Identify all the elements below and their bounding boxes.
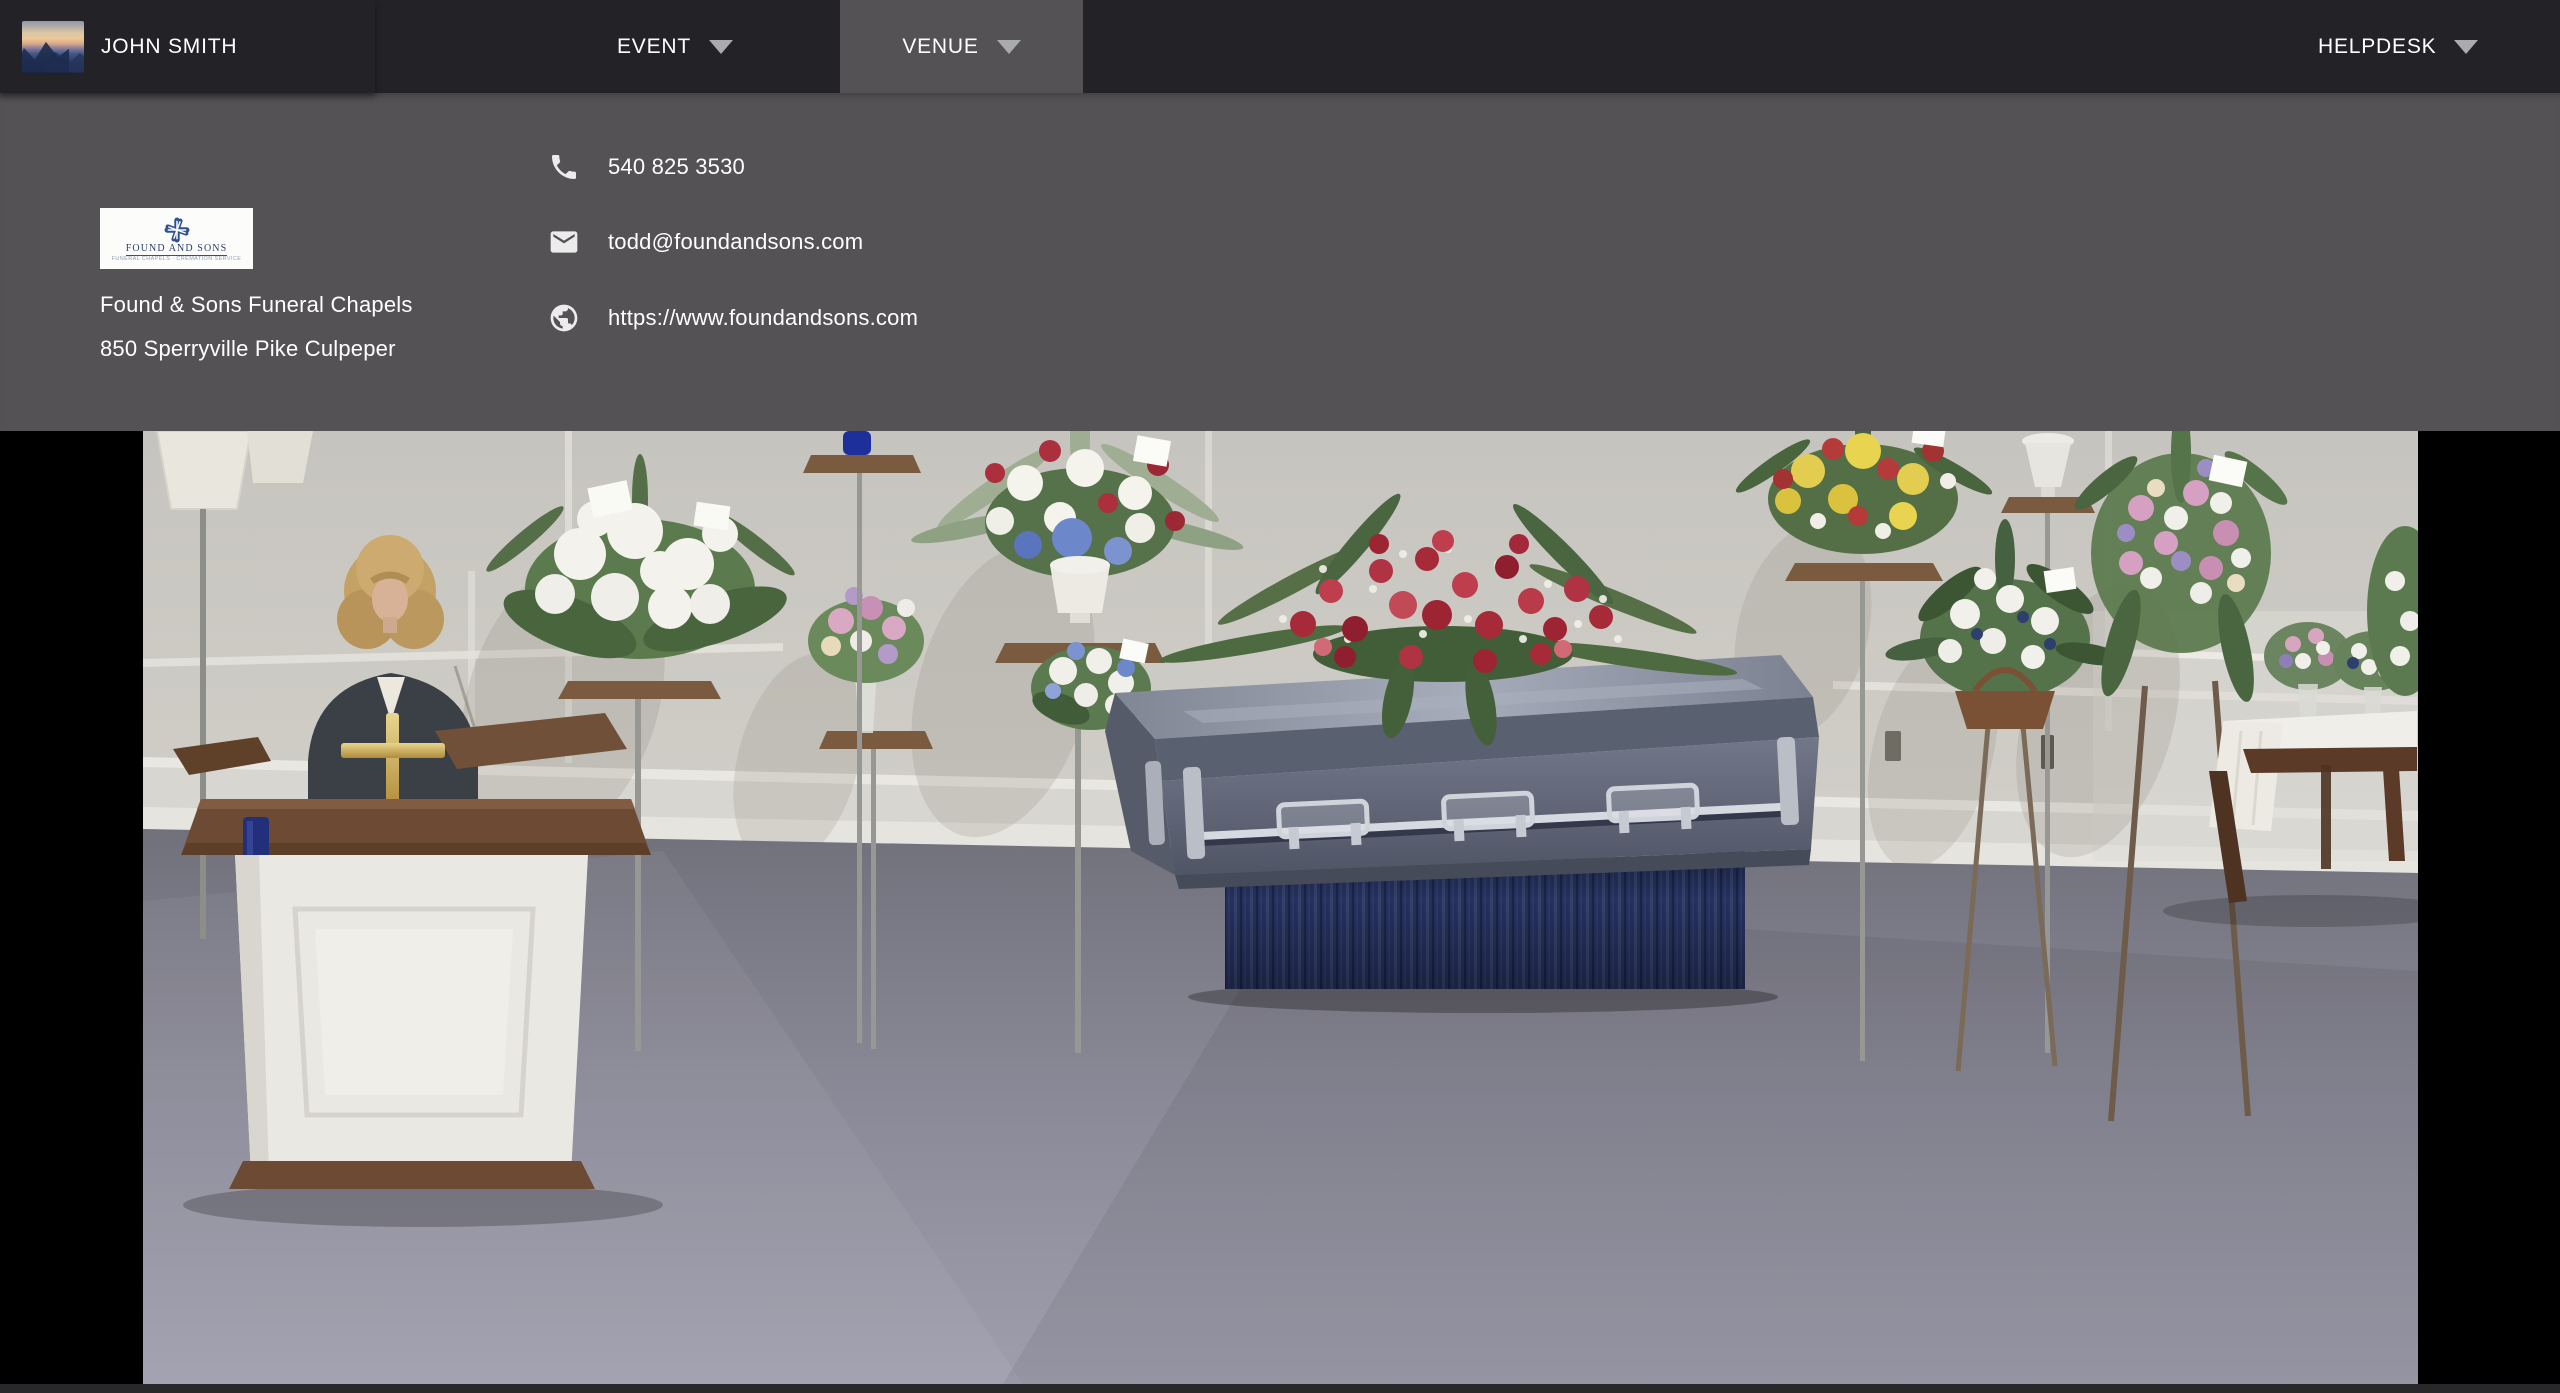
livestream-video-frame	[143, 431, 2418, 1384]
app-root: JOHN SMITH EVENT VENUE HELPDESK VENUE	[0, 0, 2560, 1393]
tab-event-label: EVENT	[617, 35, 691, 59]
video-bottom-bar	[0, 1384, 2560, 1393]
website-url[interactable]: https://www.foundandsons.com	[608, 305, 918, 331]
event-thumbnail	[22, 21, 84, 73]
chevron-down-icon	[709, 40, 733, 54]
contact-row-website: https://www.foundandsons.com	[548, 300, 918, 336]
tab-helpdesk-label: HELPDESK	[2318, 35, 2436, 59]
venue-address: 850 Sperryville Pike Culpeper	[100, 336, 396, 362]
logo-tagline-text: FUNERAL CHAPELS · CREMATION SERVICE	[112, 257, 242, 263]
contact-row-phone: 540 825 3530	[548, 149, 745, 185]
chevron-down-icon	[2454, 40, 2478, 54]
venue-logo: FOUND AND SONS FUNERAL CHAPELS · CREMATI…	[100, 208, 253, 269]
phone-icon	[548, 151, 580, 183]
tab-venue-label: VENUE	[902, 35, 978, 59]
globe-icon	[548, 302, 580, 334]
video-player[interactable]	[0, 431, 2560, 1393]
venue-dropdown-panel: VENUE FOUND AND SONS FUNERAL CHAPELS · C…	[0, 93, 2560, 431]
venue-name: Found & Sons Funeral Chapels	[100, 292, 413, 318]
chevron-down-icon	[997, 40, 1021, 54]
email-address[interactable]: todd@foundandsons.com	[608, 229, 863, 255]
contact-row-email: todd@foundandsons.com	[548, 224, 863, 260]
logo-brand-text: FOUND AND SONS	[126, 244, 228, 256]
user-name: JOHN SMITH	[101, 35, 237, 59]
tab-event[interactable]: EVENT	[617, 0, 733, 93]
user-widget[interactable]: JOHN SMITH	[0, 0, 375, 93]
logo-cross-icon	[164, 217, 190, 243]
phone-number[interactable]: 540 825 3530	[608, 154, 745, 180]
tab-helpdesk[interactable]: HELPDESK	[2318, 0, 2478, 93]
top-nav: JOHN SMITH EVENT VENUE HELPDESK	[0, 0, 2560, 93]
tab-venue[interactable]: VENUE	[840, 0, 1083, 93]
email-icon	[548, 226, 580, 258]
